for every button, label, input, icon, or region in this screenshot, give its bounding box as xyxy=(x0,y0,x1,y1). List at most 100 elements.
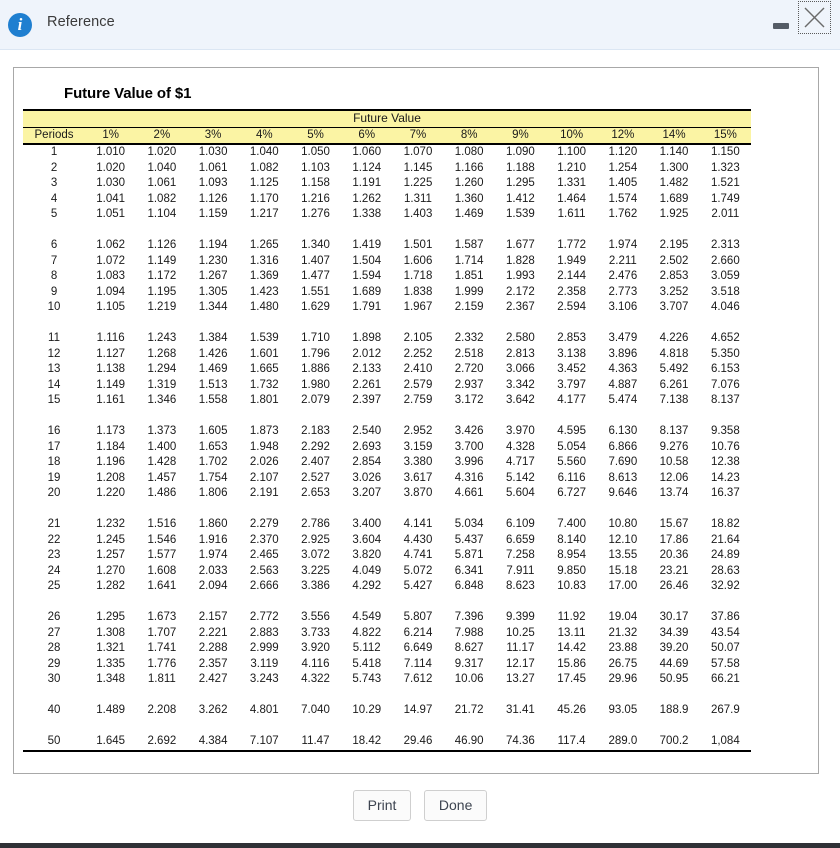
value-cell: 1.838 xyxy=(392,284,444,300)
value-cell: 1.051 xyxy=(85,207,137,223)
value-cell: 1.384 xyxy=(187,331,239,347)
value-cell: 2.720 xyxy=(443,362,495,378)
table-row: 18 1.196 1.428 1.702 2.026 2.407 2.854 3.380 3.9… xyxy=(23,455,751,471)
value-cell: 26.46 xyxy=(648,579,700,595)
table-row: 27 1.308 1.707 2.221 2.883 3.733 4.822 6.214 7.9… xyxy=(23,625,751,641)
value-cell: 12.10 xyxy=(597,532,649,548)
period-cell: 25 xyxy=(23,579,86,595)
value-cell: 1.173 xyxy=(85,424,137,440)
value-cell: 2.594 xyxy=(546,300,598,316)
value-cell: 1.791 xyxy=(341,300,393,316)
value-cell: 7.690 xyxy=(597,455,649,471)
value-cell: 30.17 xyxy=(648,610,700,626)
value-cell: 2.692 xyxy=(136,734,188,752)
value-cell: 3.870 xyxy=(392,486,444,502)
value-cell: 2.952 xyxy=(392,424,444,440)
table-row: 30 1.348 1.811 2.427 3.243 4.322 5.743 7.612 10.… xyxy=(23,672,751,688)
value-cell: 15.18 xyxy=(597,563,649,579)
value-cell: 1.710 xyxy=(289,331,342,347)
minimize-button[interactable] xyxy=(771,14,793,36)
value-cell: 1.196 xyxy=(85,455,137,471)
period-cell: 8 xyxy=(23,269,86,285)
value-cell: 1.220 xyxy=(85,486,137,502)
table-row: 10 1.105 1.219 1.344 1.480 1.629 1.791 1.967 2.1… xyxy=(23,300,751,316)
table-row: 26 1.295 1.673 2.157 2.772 3.556 4.549 5.807 7.3… xyxy=(23,610,751,626)
value-cell: 23.88 xyxy=(597,641,649,657)
period-cell: 5 xyxy=(23,207,86,223)
value-cell: 1.040 xyxy=(136,160,188,176)
value-cell: 44.69 xyxy=(648,656,700,672)
column-header-rate: 9% xyxy=(494,127,546,145)
value-cell: 1.217 xyxy=(238,207,290,223)
value-cell: 1.149 xyxy=(136,253,188,269)
value-cell: 1.338 xyxy=(341,207,393,223)
value-cell: 6.659 xyxy=(494,532,546,548)
value-cell: 1.172 xyxy=(136,269,188,285)
value-cell: 2.580 xyxy=(494,331,546,347)
column-header-rate: 6% xyxy=(341,127,393,145)
value-cell: 2.937 xyxy=(443,377,495,393)
period-cell: 9 xyxy=(23,284,86,300)
value-cell: 3.380 xyxy=(392,455,444,471)
value-cell: 1.641 xyxy=(136,579,188,595)
value-cell: 1.546 xyxy=(136,532,188,548)
value-cell: 46.90 xyxy=(443,734,495,752)
value-cell: 1.340 xyxy=(289,238,342,254)
page-title: Future Value of $1 xyxy=(64,85,192,102)
value-cell: 5.142 xyxy=(494,470,546,486)
value-cell: 2.476 xyxy=(597,269,649,285)
value-cell: 1.898 xyxy=(341,331,393,347)
column-header-rate: 8% xyxy=(443,127,495,145)
bottom-divider xyxy=(0,843,840,848)
value-cell: 2.183 xyxy=(289,424,342,440)
table-row: 6 1.062 1.126 1.194 1.265 1.340 1.419 1.501 1.58… xyxy=(23,238,751,254)
value-cell: 3.207 xyxy=(341,486,393,502)
value-cell: 1.611 xyxy=(546,207,598,223)
value-cell: 7.612 xyxy=(392,672,444,688)
value-cell: 15.67 xyxy=(648,517,700,533)
value-cell: 1.772 xyxy=(546,238,598,254)
value-cell: 1.344 xyxy=(187,300,239,316)
period-cell: 19 xyxy=(23,470,86,486)
value-cell: 6.109 xyxy=(494,517,546,533)
value-cell: 1.673 xyxy=(136,610,188,626)
column-header-periods: Periods xyxy=(23,127,86,145)
value-cell: 66.21 xyxy=(699,672,751,688)
value-cell: 289.0 xyxy=(597,734,649,752)
value-cell: 13.55 xyxy=(597,548,649,564)
value-cell: 1.188 xyxy=(494,160,546,176)
print-button[interactable]: Print xyxy=(352,790,412,821)
value-cell: 1.166 xyxy=(443,160,495,176)
value-cell: 2.772 xyxy=(238,610,290,626)
done-button[interactable]: Done xyxy=(423,790,488,821)
table-row: 13 1.138 1.294 1.469 1.665 1.886 2.133 2.410 2.7… xyxy=(23,362,751,378)
value-cell: 1.125 xyxy=(238,176,290,192)
value-cell: 188.9 xyxy=(648,703,700,719)
table-row: 50 1.645 2.692 4.384 7.107 11.47 18.42 29.46 46.… xyxy=(23,734,751,752)
value-cell: 4.741 xyxy=(392,548,444,564)
value-cell: 1.195 xyxy=(136,284,188,300)
value-cell: 8.137 xyxy=(699,393,751,409)
value-cell: 1.457 xyxy=(136,470,188,486)
value-cell: 7.107 xyxy=(238,734,290,752)
value-cell: 1.489 xyxy=(85,703,137,719)
value-cell: 6.116 xyxy=(546,470,598,486)
value-cell: 1.477 xyxy=(289,269,342,285)
value-cell: 4.046 xyxy=(699,300,751,316)
value-cell: 17.45 xyxy=(546,672,598,688)
value-cell: 1.608 xyxy=(136,563,188,579)
value-cell: 3.452 xyxy=(546,362,598,378)
value-cell: 1.062 xyxy=(85,238,137,254)
table-row: 17 1.184 1.400 1.653 1.948 2.292 2.693 3.159 3.7… xyxy=(23,439,751,455)
close-button[interactable] xyxy=(798,1,831,34)
value-cell: 26.75 xyxy=(597,656,649,672)
value-cell: 7.258 xyxy=(494,548,546,564)
value-cell: 1.294 xyxy=(136,362,188,378)
column-header-rate: 12% xyxy=(597,127,649,145)
value-cell: 1.551 xyxy=(289,284,342,300)
value-cell: 5.427 xyxy=(392,579,444,595)
value-cell: 1.776 xyxy=(136,656,188,672)
value-cell: 14.42 xyxy=(546,641,598,657)
value-cell: 1.140 xyxy=(648,144,700,161)
value-cell: 4.322 xyxy=(289,672,342,688)
